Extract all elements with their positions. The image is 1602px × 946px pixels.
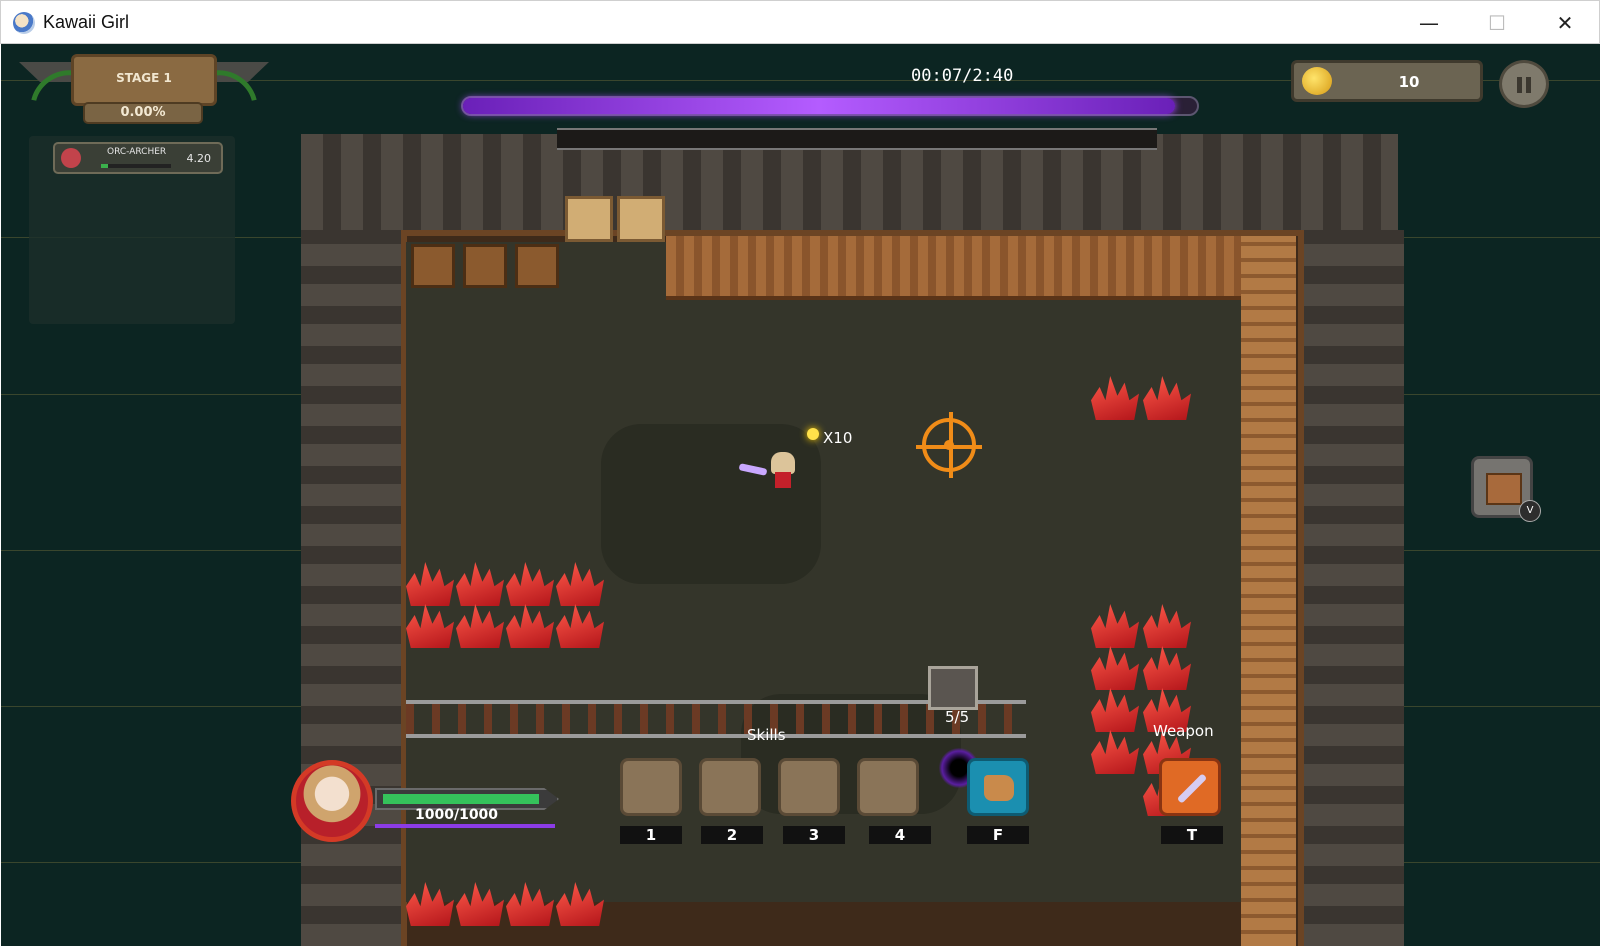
stage-plate: STAGE 1 xyxy=(71,54,217,106)
stage-time-fill xyxy=(463,98,1175,114)
player-character xyxy=(769,452,797,492)
enemy-health-fill xyxy=(101,164,108,168)
supply-box xyxy=(565,196,613,242)
app-icon xyxy=(13,12,35,34)
orc-archer-icon xyxy=(61,148,81,168)
gold-coin-icon xyxy=(1302,67,1332,95)
player-body xyxy=(775,472,791,488)
hp-fill xyxy=(383,794,539,804)
enemy-list-panel: ORC-ARCHER 4.20 xyxy=(29,136,235,324)
skill-key-2: 2 xyxy=(701,826,763,844)
skill-key-3: 3 xyxy=(783,826,845,844)
floor-shadow xyxy=(601,424,821,584)
wooden-crate xyxy=(463,244,507,288)
enemy-name: ORC-ARCHER xyxy=(107,147,167,157)
stage-timer: 00:07/2:40 xyxy=(911,66,1014,86)
skills-label: Skills xyxy=(747,726,786,744)
minimize-button[interactable]: — xyxy=(1395,1,1463,45)
gold-pickup-icon xyxy=(807,428,819,440)
winged-boot-icon xyxy=(984,775,1014,801)
weapon-button[interactable] xyxy=(1159,758,1221,816)
wooden-crate xyxy=(411,244,455,288)
coin-value: 10 xyxy=(1398,73,1420,91)
weapon-key: T xyxy=(1161,826,1223,844)
mana-bar xyxy=(375,824,555,828)
enemy-row: ORC-ARCHER 4.20 xyxy=(53,142,223,174)
sword-icon xyxy=(1176,773,1208,804)
crosshair-line xyxy=(949,412,953,478)
wooden-fence-top xyxy=(666,236,1241,300)
wooden-fence-right xyxy=(1241,236,1296,946)
weapon-label: Weapon xyxy=(1153,722,1214,740)
enemy-health-bar xyxy=(101,164,171,168)
pickup-multiplier: X10 xyxy=(823,429,853,447)
player-hair xyxy=(771,452,795,474)
coin-counter: 10 xyxy=(1291,60,1483,102)
player-portrait xyxy=(291,760,373,842)
stage-label: STAGE 1 xyxy=(116,71,172,85)
maximize-button[interactable]: ☐ xyxy=(1463,1,1531,45)
close-button[interactable]: ✕ xyxy=(1531,1,1599,45)
skill-slot-2[interactable] xyxy=(699,758,761,816)
pause-button[interactable] xyxy=(1499,60,1549,108)
treasure-chest-icon xyxy=(1486,473,1522,505)
skill-key-1: 1 xyxy=(620,826,682,844)
skill-key-4: 4 xyxy=(869,826,931,844)
game-viewport[interactable]: STAGE 1 0.00% ORC-ARCHER 4.20 00:07/2:40… xyxy=(1,44,1600,946)
rock-wall-right xyxy=(1298,230,1404,946)
boss-progress-bar xyxy=(557,128,1157,150)
dash-key: F xyxy=(967,826,1029,844)
stage-time-bar xyxy=(461,96,1199,116)
supply-box xyxy=(617,196,665,242)
wooden-crate xyxy=(515,244,559,288)
skill-slot-4[interactable] xyxy=(857,758,919,816)
skill-slot-3[interactable] xyxy=(778,758,840,816)
portal-count: 5/5 xyxy=(945,708,970,726)
stage-progress: 0.00% xyxy=(83,102,203,124)
skill-slot-1[interactable] xyxy=(620,758,682,816)
minecart xyxy=(928,666,978,710)
dash-skill-button[interactable] xyxy=(967,758,1029,816)
chest-key-badge: V xyxy=(1519,500,1541,522)
stage-badge: STAGE 1 0.00% xyxy=(18,52,270,147)
crosshair-icon xyxy=(916,412,982,478)
window-title: Kawaii Girl xyxy=(43,12,130,32)
window-titlebar: Kawaii Girl — ☐ ✕ xyxy=(0,0,1600,44)
enemy-value: 4.20 xyxy=(186,152,212,165)
hp-text: 1000/1000 xyxy=(415,807,499,823)
